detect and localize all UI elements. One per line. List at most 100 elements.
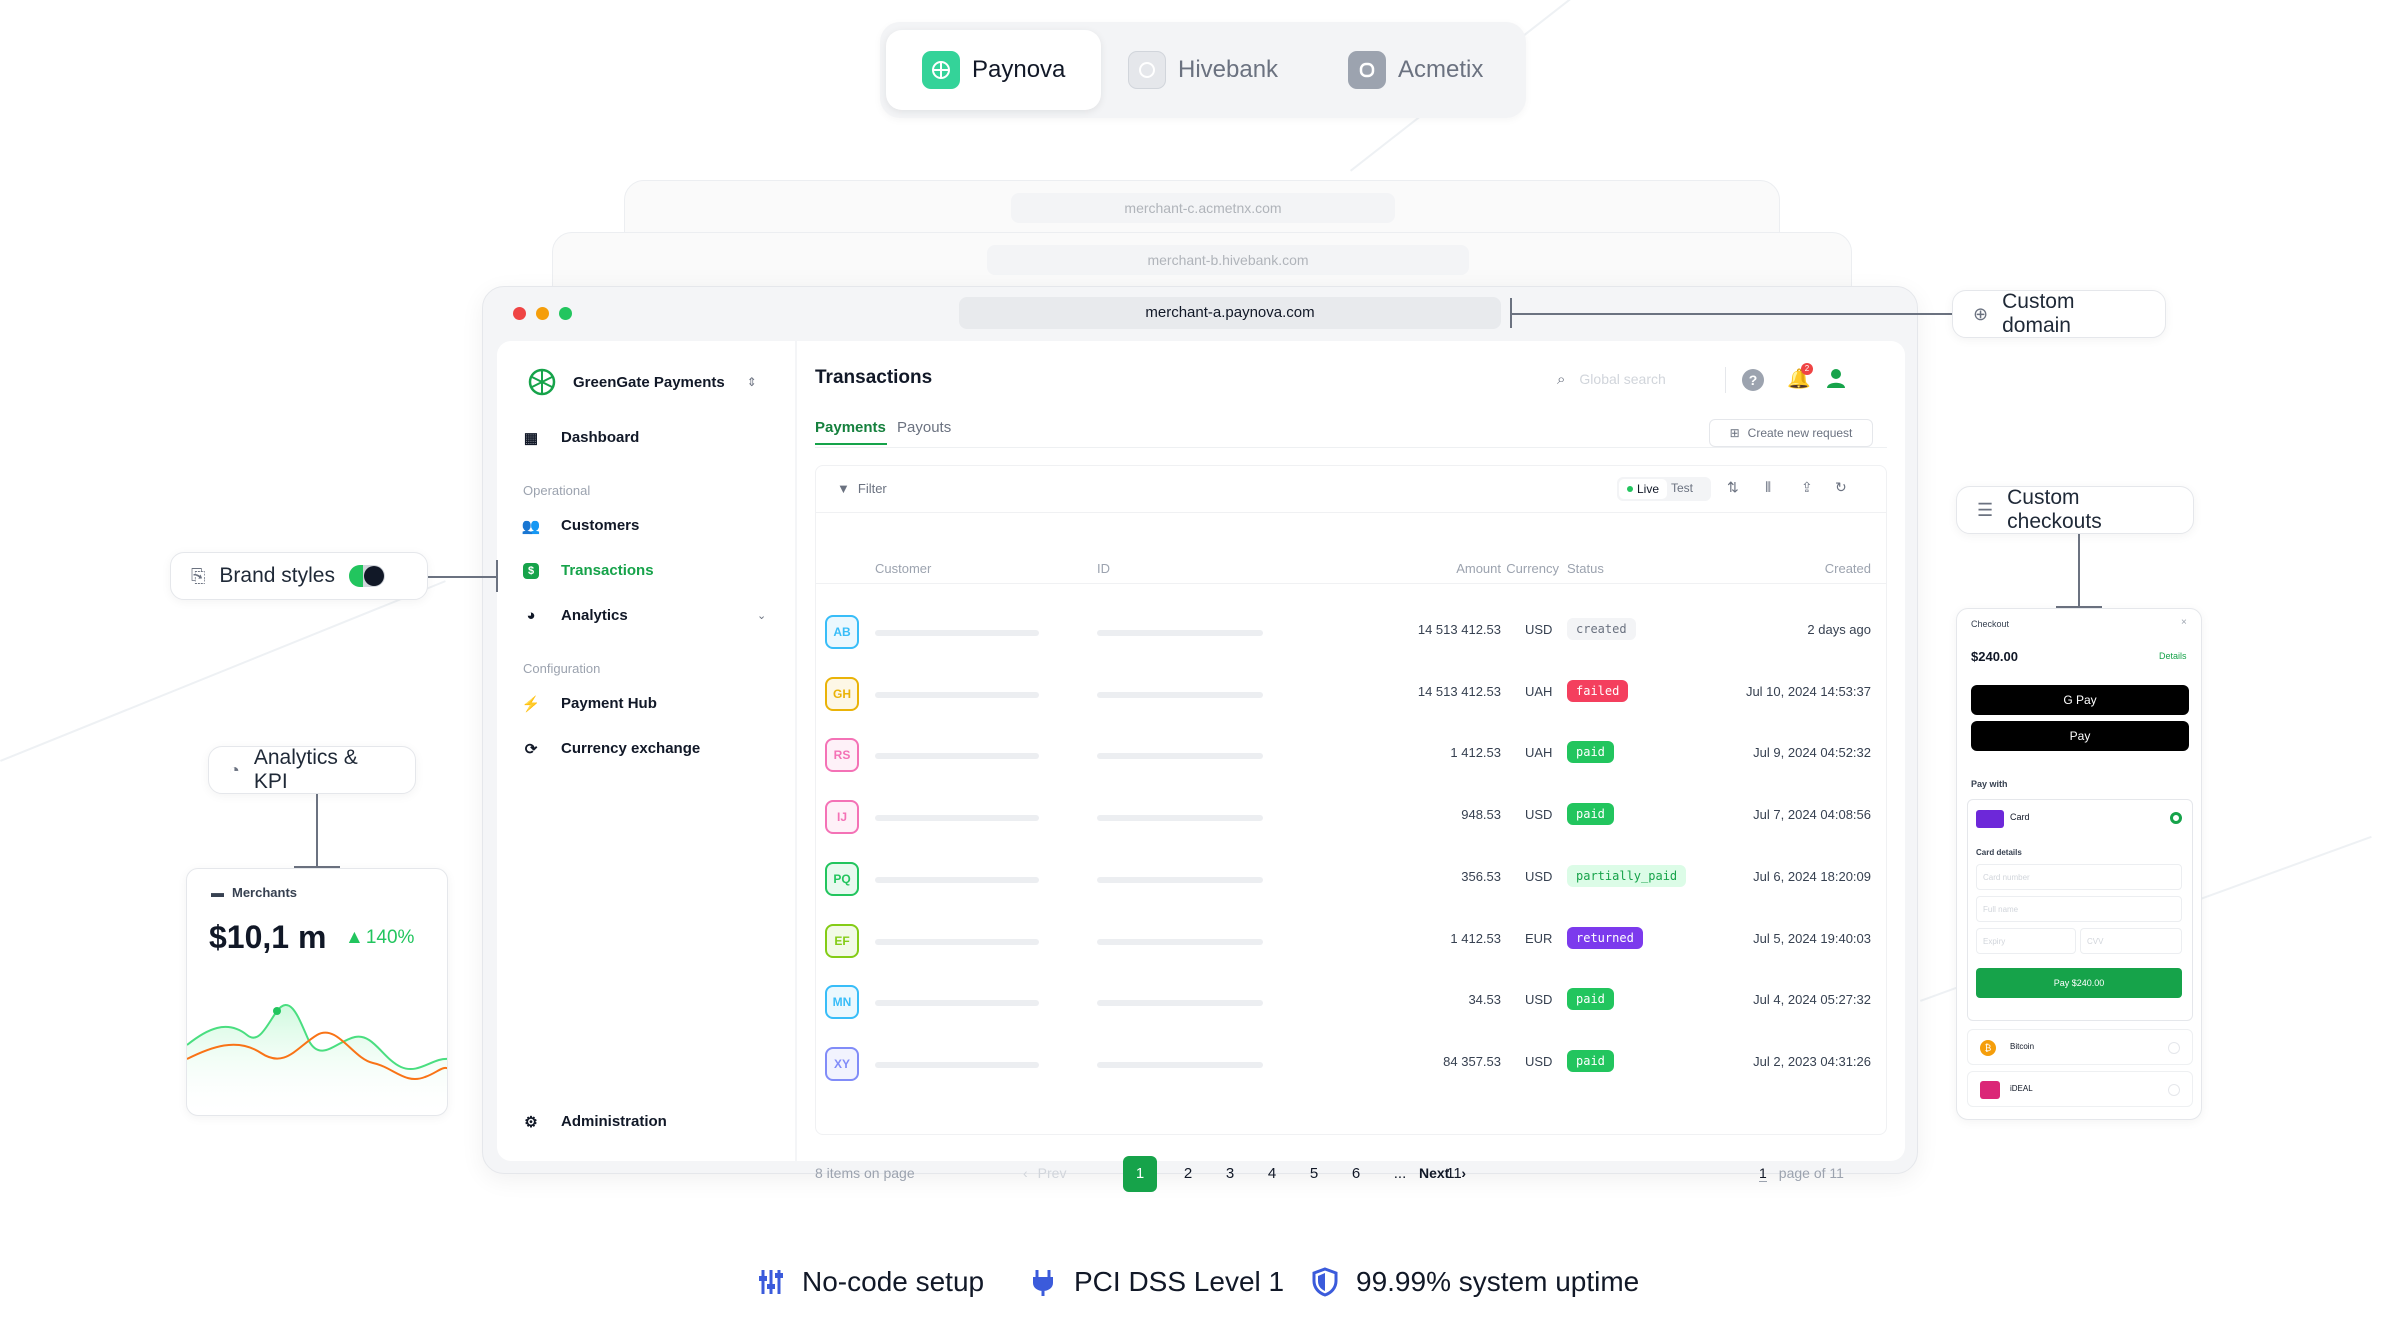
page-button[interactable]: 6 [1339, 1156, 1373, 1192]
id-placeholder [1097, 815, 1263, 822]
page-button[interactable]: 2 [1171, 1156, 1205, 1192]
customer-avatar: GH [825, 676, 859, 711]
create-request-label: Create new request [1747, 426, 1853, 440]
chevron-right-icon: › [1461, 1165, 1467, 1181]
next-button[interactable]: Next › [1419, 1165, 1466, 1181]
tab-payments[interactable]: Payments [815, 419, 886, 436]
brand-tab-paynova[interactable]: Paynova [886, 30, 1102, 110]
full-name-input[interactable]: Full name [1976, 896, 2182, 922]
minimize-dot[interactable] [536, 307, 549, 320]
card-option[interactable]: Card Card details Card number Full name … [1967, 799, 2193, 1021]
checkout-amount: $240.00 [1971, 649, 2018, 664]
table-row[interactable]: GH 14 513 412.53 UAH failed Jul 10, 2024 14:… [815, 663, 1887, 725]
sidebar-item-currency-exchange[interactable]: ⟳ Currency exchange [523, 740, 701, 758]
table-row[interactable]: RS 1 412.53 UAH paid Jul 9, 2024 04:52:32 [815, 724, 1887, 786]
mode-toggle[interactable]: Live Test [1617, 477, 1711, 501]
search-input[interactable]: Global search [1579, 371, 1665, 387]
amount-cell: 14 513 412.53 [1417, 683, 1501, 699]
pie-chart-icon: ◕ [526, 607, 536, 624]
help-icon[interactable]: ? [1742, 369, 1764, 391]
card-label: Card [2010, 812, 2030, 822]
close-icon[interactable]: × [2181, 617, 2187, 628]
acmetix-logo-icon [1348, 51, 1386, 89]
sidebar-item-payment-hub[interactable]: ⚡ Payment Hub [522, 695, 657, 713]
table-row[interactable]: XY 84 357.53 USD paid Jul 2, 2023 04:31:26 [815, 1033, 1887, 1095]
ideal-option[interactable]: iDEAL [1967, 1071, 2193, 1107]
page-button[interactable]: 1 [1123, 1156, 1157, 1192]
sliders-icon: ☰ [1977, 499, 1994, 520]
address-bar[interactable]: merchant-a.paynova.com [959, 297, 1501, 329]
sidebar-item-label: Dashboard [561, 429, 640, 446]
table-row[interactable]: IJ 948.53 USD paid Jul 7, 2024 04:08:56 [815, 786, 1887, 848]
export-icon[interactable]: ⇪ [1801, 479, 1813, 496]
prev-button[interactable]: ‹ Prev [1023, 1165, 1066, 1181]
page-number-input[interactable]: 1 [1759, 1165, 1767, 1182]
arrow-up-icon: ▲ [345, 927, 364, 948]
column-header-status[interactable]: Status [1567, 561, 1604, 576]
page-button[interactable]: 4 [1255, 1156, 1289, 1192]
columns-icon[interactable]: ⦀ [1765, 479, 1771, 496]
apple-pay-button[interactable]: Pay [1971, 721, 2189, 751]
test-option[interactable]: Test [1671, 481, 1693, 495]
details-link[interactable]: Details [2159, 651, 2187, 661]
sidebar-item-administration[interactable]: ⚙ Administration [523, 1113, 667, 1131]
column-header-id[interactable]: ID [1097, 561, 1110, 576]
sidebar-item-dashboard[interactable]: ▦ Dashboard [523, 429, 640, 447]
tab-payouts[interactable]: Payouts [897, 419, 951, 436]
refresh-icon[interactable]: ↻ [1835, 479, 1847, 496]
callout-label: Analytics & KPI [253, 746, 358, 793]
feature-no-code: No-code setup [756, 1266, 984, 1298]
currency-cell: USD [1525, 807, 1553, 823]
column-header-customer[interactable]: Customer [875, 561, 931, 576]
global-search[interactable]: ⌕ Global search [1557, 363, 1717, 395]
radio-icon[interactable] [2168, 1084, 2180, 1096]
sort-icon[interactable]: ⇅ [1727, 479, 1739, 496]
live-option[interactable]: Live [1619, 479, 1667, 499]
filter-button[interactable]: ▼ Filter [837, 481, 887, 496]
company-switcher[interactable]: GreenGate Payments ⇕ [527, 367, 757, 397]
table-row[interactable]: AB 14 513 412.53 USD created 2 days ago [815, 601, 1887, 663]
radio-selected-icon[interactable] [2170, 812, 2182, 824]
brand-switcher: Paynova Hivebank Acmetix [880, 22, 1526, 118]
currency-cell: USD [1525, 992, 1553, 1008]
created-cell: Jul 5, 2024 19:40:03 [1753, 930, 1871, 946]
sidebar-item-customers[interactable]: 👥 Customers [522, 517, 640, 535]
radio-icon[interactable] [2168, 1042, 2180, 1054]
sidebar-item-transactions[interactable]: $ Transactions [523, 562, 654, 579]
id-placeholder [1097, 691, 1263, 698]
table-row[interactable]: MN 34.53 USD paid Jul 4, 2024 05:27:32 [815, 971, 1887, 1033]
card-number-input[interactable]: Card number [1976, 864, 2182, 890]
sidebar-item-analytics[interactable]: ◕ Analytics [523, 607, 627, 624]
table-row[interactable]: EF 1 412.53 EUR returned Jul 5, 2024 19:40:0… [815, 910, 1887, 972]
column-header-created[interactable]: Created [1757, 561, 1871, 576]
expiry-input[interactable]: Expiry [1976, 928, 2076, 954]
chevron-down-icon[interactable]: ⌄ [757, 609, 766, 622]
table-row[interactable]: PQ 356.53 USD partially_paid Jul 6, 2024 18:… [815, 848, 1887, 910]
kpi-sparkline [187, 1004, 447, 1115]
page-button[interactable]: 5 [1297, 1156, 1331, 1192]
pay-button[interactable]: Pay $240.00 [1976, 968, 2182, 998]
user-avatar-icon[interactable] [1825, 367, 1847, 394]
close-dot[interactable] [513, 307, 526, 320]
created-cell: Jul 7, 2024 04:08:56 [1753, 807, 1871, 823]
column-header-currency[interactable]: Currency [1439, 561, 1559, 576]
page-button[interactable]: ... [1383, 1156, 1417, 1192]
company-name: GreenGate Payments [573, 373, 725, 391]
brand-tab-acmetix[interactable]: Acmetix [1348, 30, 1483, 110]
brand-tab-hivebank[interactable]: Hivebank [1128, 30, 1278, 110]
create-request-button[interactable]: ⊞ Create new request [1709, 419, 1873, 447]
id-placeholder [1097, 876, 1263, 883]
maximize-dot[interactable] [559, 307, 572, 320]
cvv-input[interactable]: CVV [2080, 928, 2182, 954]
bitcoin-option[interactable]: ₿ Bitcoin [1967, 1029, 2193, 1065]
google-pay-button[interactable]: G Pay [1971, 685, 2189, 715]
main-content: Transactions ⌕ Global search ? 🔔 2 Payme… [797, 341, 1905, 1192]
custom-domain-connector [1512, 313, 1952, 315]
credit-card-icon [1976, 810, 2004, 828]
kpi-value: $10,1 m [209, 919, 327, 955]
prev-label: Prev [1037, 1165, 1067, 1181]
callout-label: Custom domain [2002, 290, 2075, 337]
next-label: Next [1419, 1165, 1450, 1181]
page-button[interactable]: 3 [1213, 1156, 1247, 1192]
kpi-label: Merchants [232, 885, 298, 900]
